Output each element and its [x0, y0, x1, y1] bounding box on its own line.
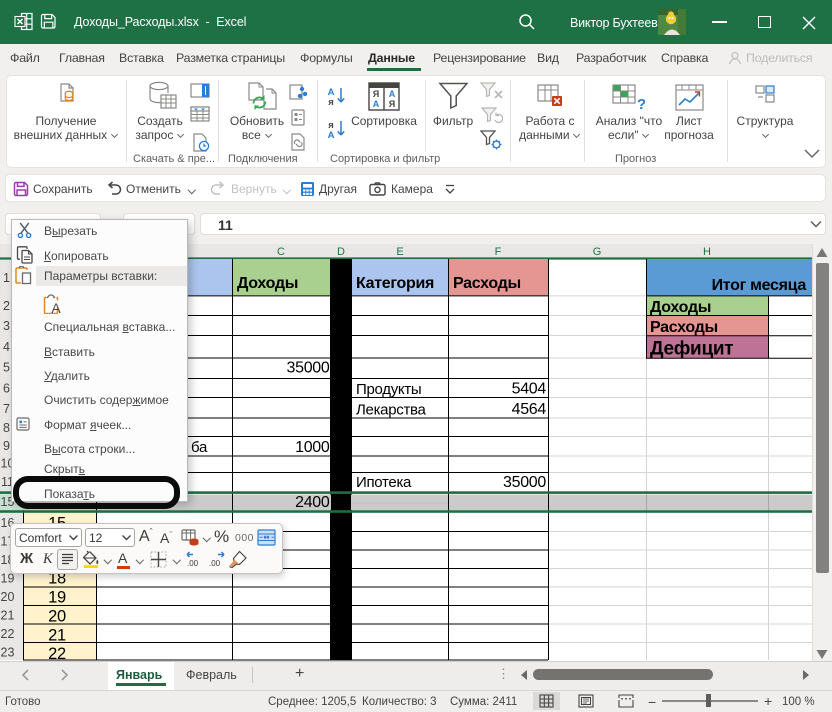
svg-text:А: А [373, 99, 380, 109]
svg-text:4564: 4564 [512, 401, 547, 418]
svg-text:3: 3 [3, 319, 10, 333]
svg-text:D: D [337, 246, 345, 258]
svg-text:Расходы: Расходы [650, 319, 718, 336]
svg-text:1000: 1000 [295, 439, 330, 456]
svg-text:Итог месяца: Итог месяца [712, 277, 807, 294]
svg-text:F: F [495, 246, 502, 258]
svg-text:Категория: Категория [356, 275, 434, 292]
svg-text:23: 23 [1, 646, 15, 660]
svg-text:G: G [593, 246, 602, 258]
svg-text:?: ? [637, 96, 645, 111]
svg-text:2: 2 [3, 299, 10, 313]
svg-text:ба: ба [191, 439, 208, 456]
svg-text:5: 5 [3, 361, 10, 375]
svg-text:C: C [277, 246, 285, 258]
svg-text:1: 1 [3, 271, 10, 285]
svg-text:А: А [328, 130, 335, 139]
svg-text:21: 21 [1, 609, 15, 623]
svg-text:Расходы: Расходы [453, 275, 521, 292]
svg-text:H: H [703, 246, 711, 258]
svg-text:Я: Я [389, 99, 395, 109]
svg-text:Дефицит: Дефицит [650, 339, 733, 360]
svg-text:Продукты: Продукты [356, 381, 421, 398]
svg-text:20: 20 [1, 590, 15, 604]
svg-text:A: A [51, 300, 61, 314]
svg-text:8: 8 [3, 421, 10, 435]
svg-text:Ипотека: Ипотека [356, 474, 412, 491]
svg-text:я: я [328, 97, 334, 106]
svg-text:Я: Я [373, 89, 379, 99]
svg-text:35000: 35000 [503, 474, 546, 491]
svg-text:7: 7 [3, 402, 10, 416]
svg-text:22: 22 [48, 645, 66, 662]
svg-text:А: А [389, 89, 396, 99]
svg-text:35000: 35000 [287, 360, 330, 377]
svg-text:19: 19 [48, 589, 66, 607]
svg-text:21: 21 [48, 627, 66, 645]
svg-text:Лекарства: Лекарства [356, 402, 427, 419]
svg-text:.00: .00 [209, 559, 221, 567]
svg-text:5404: 5404 [512, 381, 547, 398]
svg-text:.00: .00 [187, 559, 199, 567]
svg-text:Доходы: Доходы [237, 275, 298, 292]
svg-text:2400: 2400 [295, 494, 330, 511]
svg-text:4: 4 [3, 340, 10, 354]
svg-text:6: 6 [3, 382, 10, 396]
svg-text:E: E [396, 246, 403, 258]
svg-text:9: 9 [3, 439, 10, 453]
svg-text:20: 20 [48, 608, 66, 626]
svg-text:22: 22 [1, 627, 15, 641]
svg-text:Доходы: Доходы [650, 299, 711, 316]
